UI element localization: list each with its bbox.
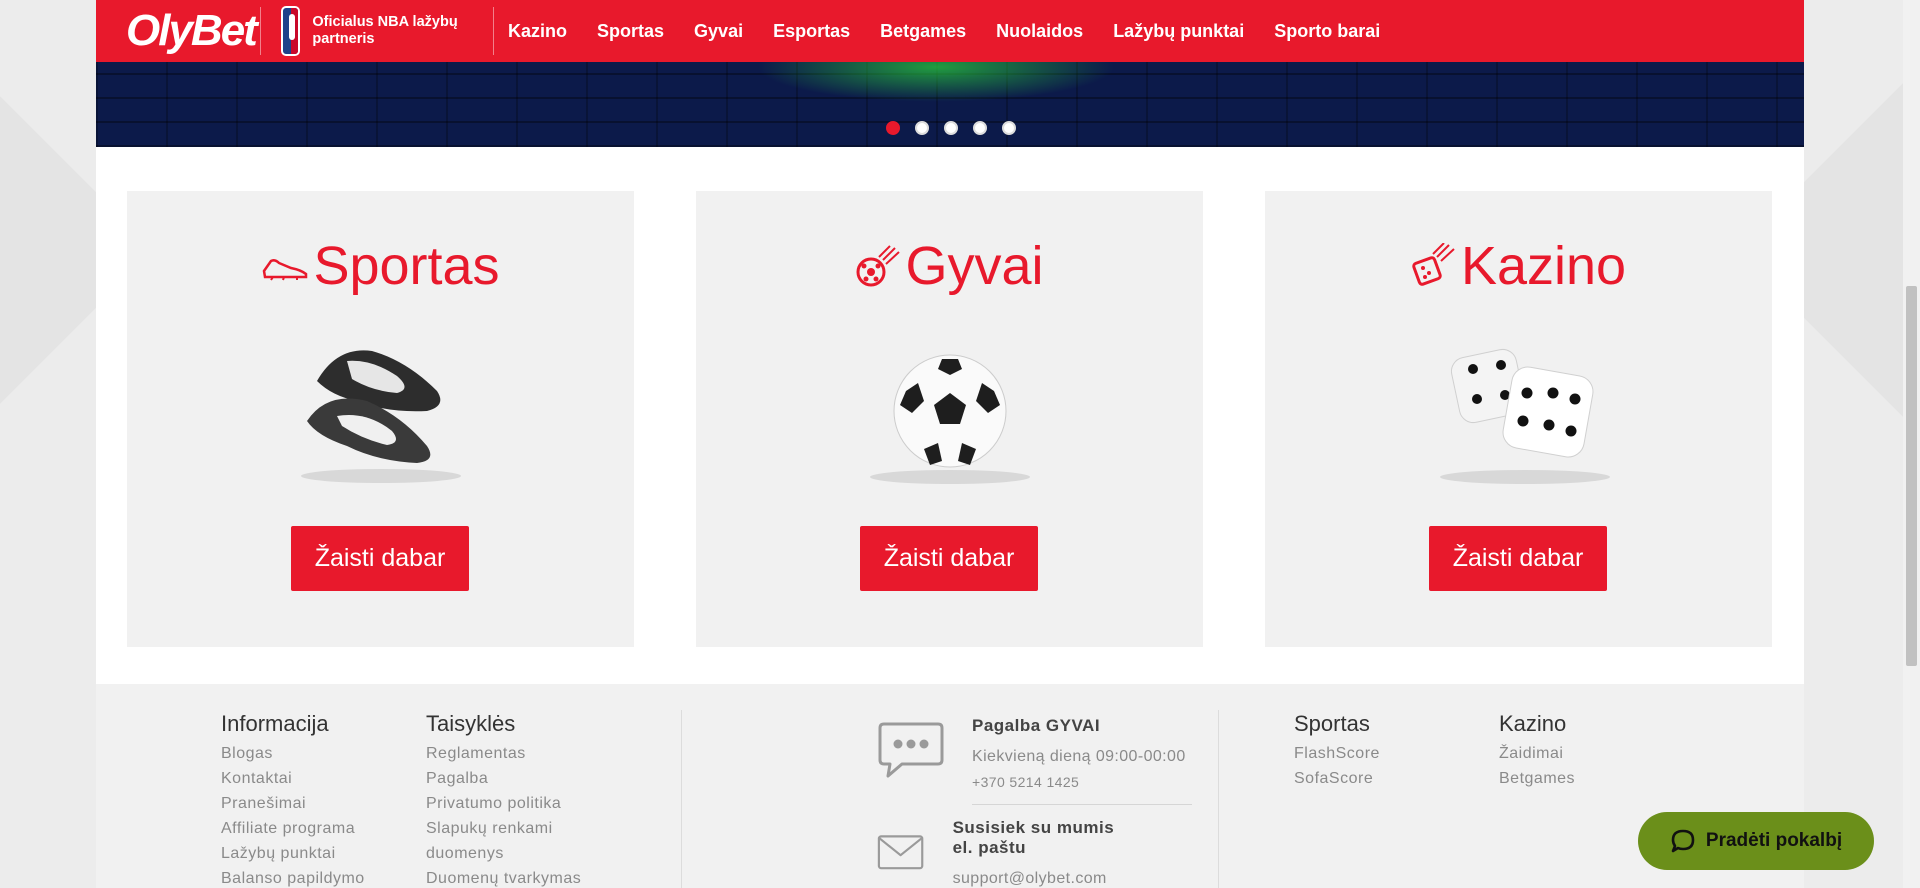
footer-sportas: Sportas FlashScore SofaScore (1294, 711, 1380, 791)
dice-image (1440, 348, 1610, 484)
footer-informacija: Informacija Blogas Kontaktai Pranešimai … (221, 711, 365, 888)
nba-partner[interactable]: Oficialus NBA lažybų partneris (281, 6, 493, 56)
football-boot-icon (261, 251, 309, 281)
chat-icon (1671, 829, 1695, 853)
footer-heading: Sportas (1294, 711, 1370, 736)
footer-link[interactable]: Kontaktai (221, 766, 365, 791)
live-support-hours: Kiekvieną dieną 09:00-00:00 (972, 748, 1186, 765)
footer-link[interactable]: duomenys (426, 841, 581, 866)
footer-link[interactable]: Pranešimai (221, 791, 365, 816)
carousel-dot-4[interactable] (973, 121, 987, 135)
soccer-ball-image (870, 354, 1030, 484)
carousel-dots (886, 121, 1031, 135)
scrollbar-thumb[interactable] (1906, 286, 1917, 666)
footer-taisykles: Taisyklės Reglamentas Pagalba Privatumo … (426, 711, 581, 888)
header-divider (260, 7, 261, 55)
footer-heading: Taisyklės (426, 711, 516, 736)
nba-partner-text: Oficialus NBA lažybų partneris (312, 14, 458, 47)
card-title-text: Sportas (313, 236, 500, 296)
nav-item-sportas[interactable]: Sportas (597, 21, 664, 42)
olybet-logo[interactable]: OlyBet (126, 6, 260, 56)
footer-link[interactable]: Blogas (221, 741, 365, 766)
flying-dice-icon (1411, 243, 1457, 289)
card-title-text: Kazino (1460, 236, 1627, 296)
footer-link[interactable]: SofaScore (1294, 766, 1380, 791)
support-divider (972, 804, 1192, 805)
footer-divider (1218, 710, 1219, 888)
banner-glow (756, 62, 1116, 102)
footer-link[interactable]: FlashScore (1294, 741, 1380, 766)
footer-link[interactable]: Privatumo politika (426, 791, 581, 816)
nav-item-nuolaidos[interactable]: Nuolaidos (996, 21, 1083, 42)
play-now-button[interactable]: Žaisti dabar (1429, 526, 1607, 591)
envelope-icon (877, 835, 924, 870)
footer-link[interactable]: Betgames (1499, 766, 1575, 791)
footer-heading: Kazino (1499, 711, 1567, 736)
nav-item-kazino[interactable]: Kazino (508, 21, 567, 42)
footer-link[interactable]: Reglamentas (426, 741, 581, 766)
carousel-dot-5[interactable] (1002, 121, 1016, 135)
footer-divider (681, 710, 682, 888)
support-email[interactable]: support@olybet.com (953, 870, 1127, 888)
footer-link[interactable]: Slapukų renkami (426, 816, 581, 841)
hero-banner[interactable] (96, 62, 1804, 147)
nav-item-sporto-barai[interactable]: Sporto barai (1274, 21, 1380, 42)
site-footer: Informacija Blogas Kontaktai Pranešimai … (96, 684, 1804, 888)
live-support-title: Pagalba GYVAI (972, 716, 1101, 735)
card-sportas: Sportas Žaisti dabar (127, 191, 634, 647)
nba-logo-icon (281, 6, 301, 56)
card-title: Kazino (1265, 235, 1772, 297)
page-scrollbar[interactable] (1903, 0, 1920, 888)
main-nav: Kazino Sportas Gyvai Esportas Betgames N… (508, 21, 1410, 42)
footer-link[interactable]: Duomenų tvarkymas (426, 866, 581, 888)
flying-ball-icon (855, 244, 901, 288)
card-title: Gyvai (696, 235, 1203, 297)
nav-item-betgames[interactable]: Betgames (880, 21, 966, 42)
live-support-phone[interactable]: +370 5214 1425 (972, 774, 1192, 790)
football-boots-image (301, 350, 461, 483)
card-gyvai: Gyvai Žaisti dabar (696, 191, 1203, 647)
card-kazino: Kazino Žaisti dabar (1265, 191, 1772, 647)
footer-link[interactable]: Pagalba (426, 766, 581, 791)
email-support: Susisiek su mumis el. paštu support@olyb… (876, 818, 1126, 888)
footer-link[interactable]: Žaidimai (1499, 741, 1575, 766)
footer-heading: Informacija (221, 711, 329, 736)
email-support-title: Susisiek su mumis el. paštu (952, 818, 1115, 857)
start-chat-label: Pradėti pokalbį (1705, 830, 1843, 851)
nav-item-gyvai[interactable]: Gyvai (694, 21, 743, 42)
play-now-button[interactable]: Žaisti dabar (291, 526, 469, 591)
footer-link[interactable]: Balanso papildymo (221, 866, 365, 888)
card-title-text: Gyvai (905, 236, 1044, 296)
footer-link[interactable]: Affiliate programa (221, 816, 365, 841)
nav-item-lazybu-punktai[interactable]: Lažybų punktai (1113, 21, 1244, 42)
header-divider (493, 7, 494, 55)
carousel-dot-3[interactable] (944, 121, 958, 135)
live-support: Pagalba GYVAI Kiekvieną dieną 09:00-00:0… (876, 716, 1192, 805)
start-chat-button[interactable]: Pradėti pokalbį (1638, 812, 1874, 870)
carousel-dot-2[interactable] (915, 121, 929, 135)
play-now-button[interactable]: Žaisti dabar (860, 526, 1038, 591)
nav-item-esportas[interactable]: Esportas (773, 21, 850, 42)
site-header: OlyBet Oficialus NBA lažybų partneris Ka… (96, 0, 1804, 62)
footer-link[interactable]: Lažybų punktai (221, 841, 365, 866)
page-container: OlyBet Oficialus NBA lažybų partneris Ka… (96, 0, 1804, 888)
card-title: Sportas (127, 235, 634, 297)
chat-bubble-icon (878, 722, 944, 778)
footer-kazino: Kazino Žaidimai Betgames (1499, 711, 1575, 791)
carousel-dot-1[interactable] (886, 121, 900, 135)
